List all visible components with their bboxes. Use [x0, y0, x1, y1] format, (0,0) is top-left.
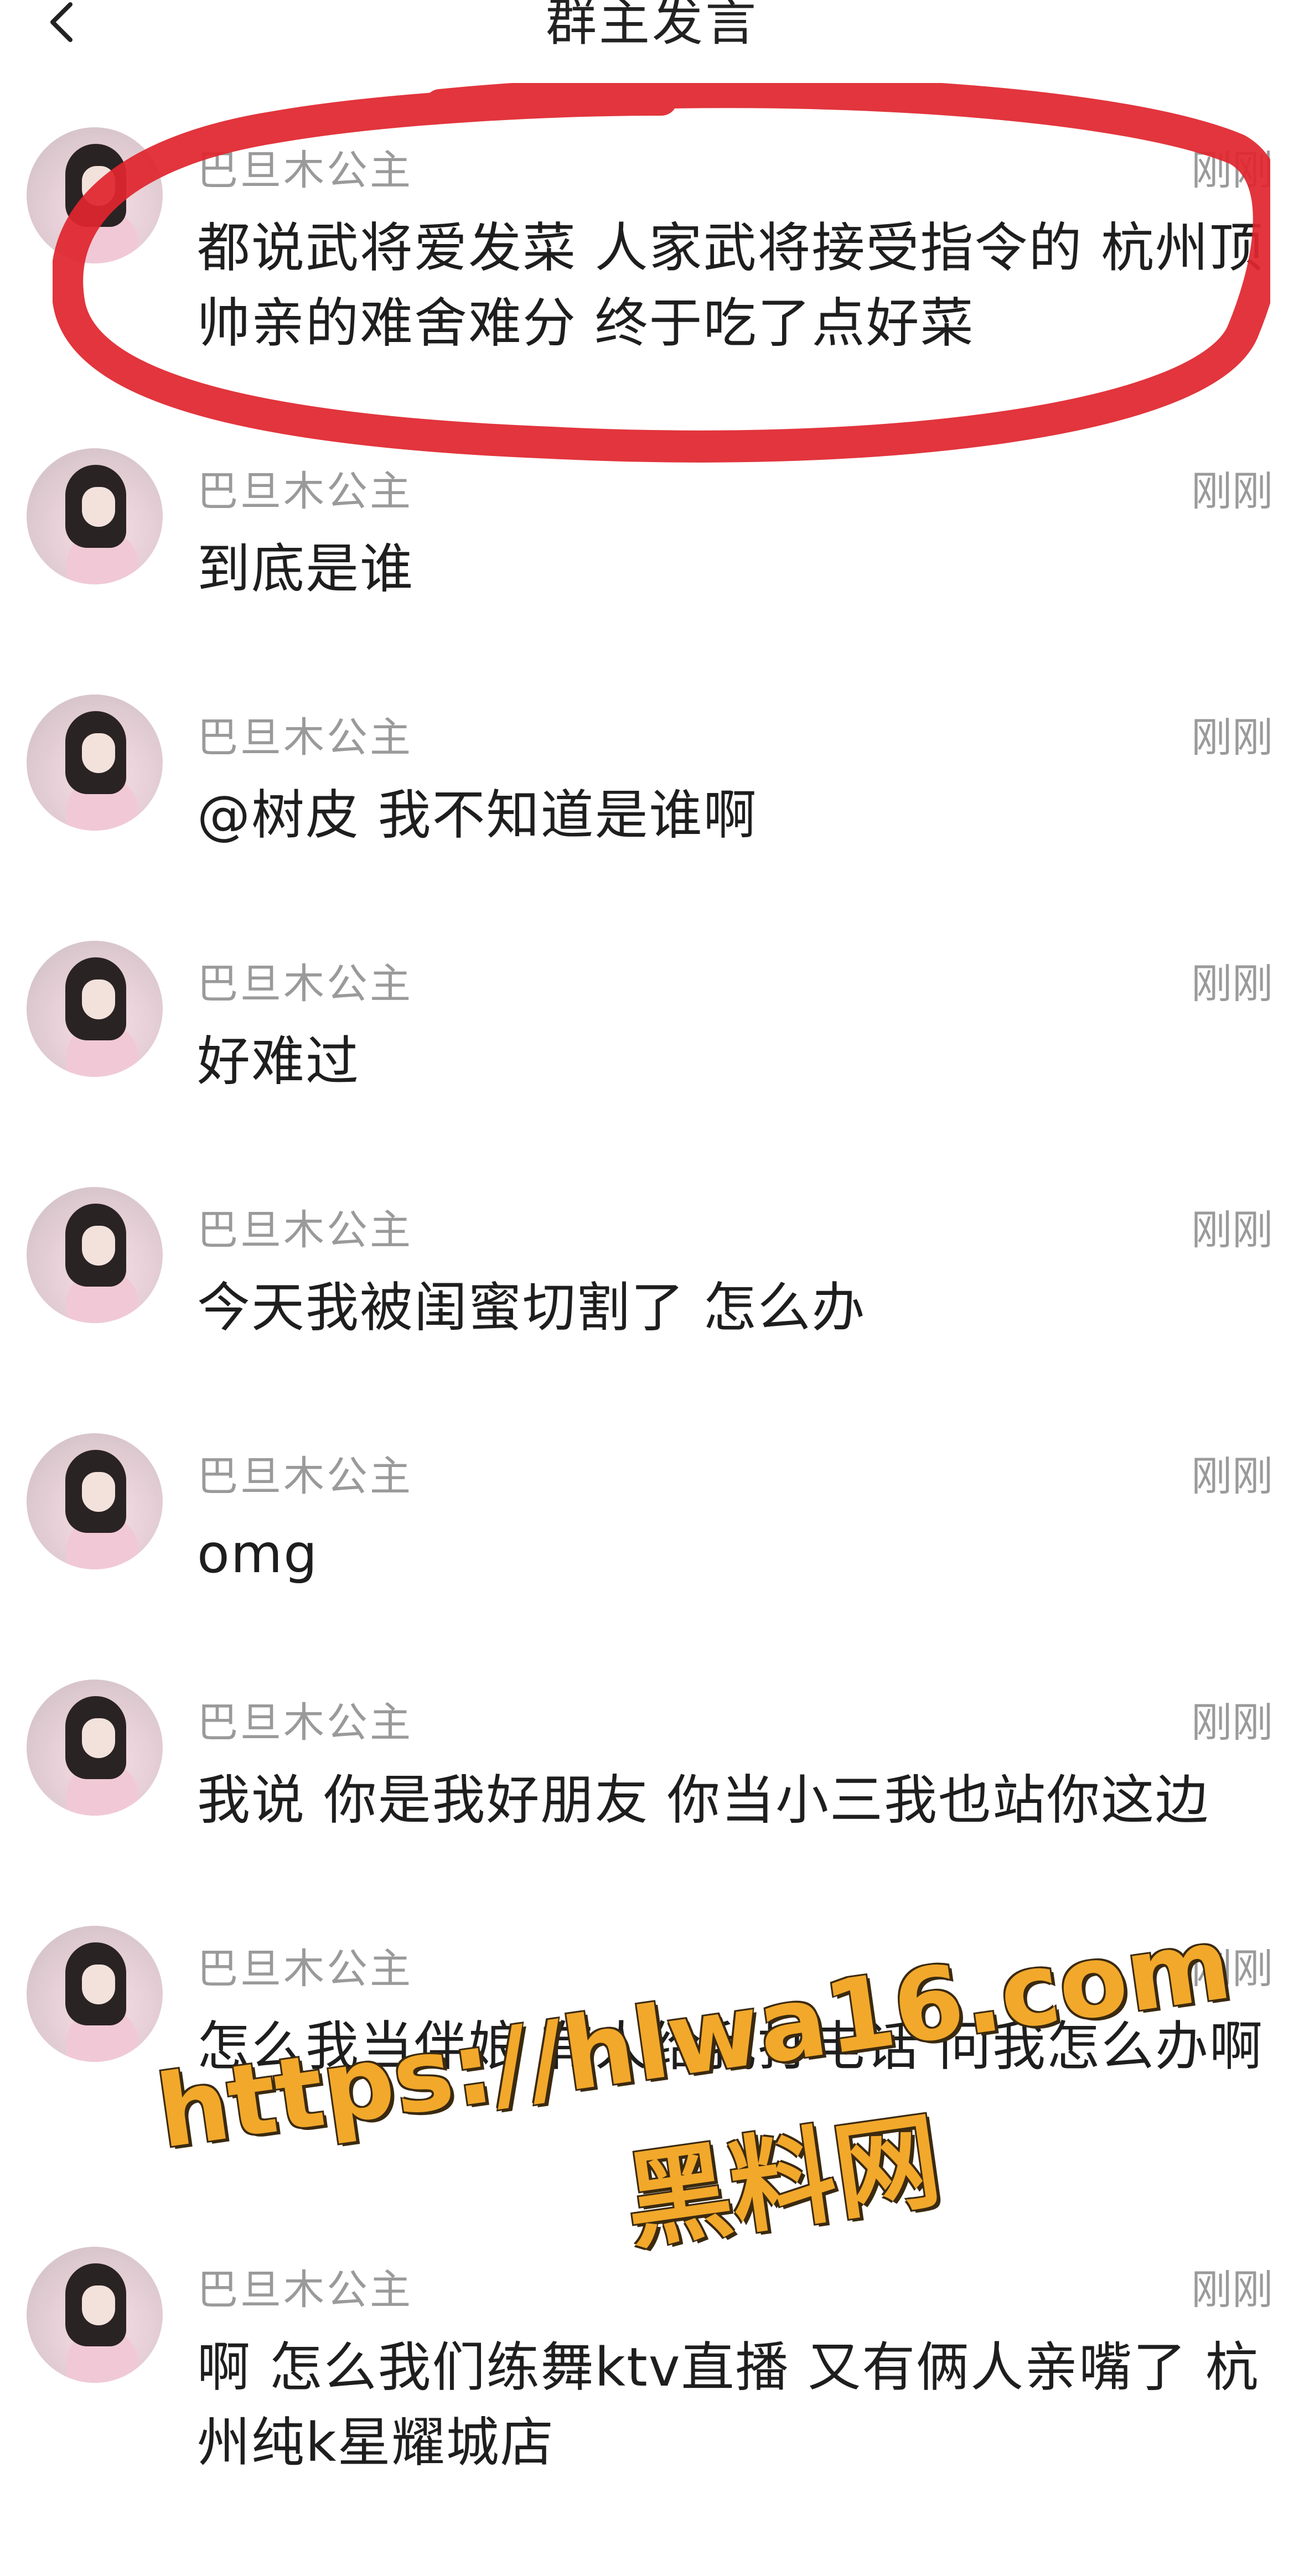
message-time: 刚刚: [1191, 1206, 1273, 1254]
status-bar-time: 12:57: [185, 62, 348, 121]
avatar[interactable]: [27, 1187, 163, 1323]
message-time: 刚刚: [1191, 468, 1273, 515]
message-text: 我说 你是我好朋友 你当小三我也站你这边: [197, 1769, 1210, 1831]
avatar[interactable]: [27, 941, 163, 1077]
message-time: 刚刚: [1191, 2266, 1273, 2314]
message-text: omg: [197, 1523, 319, 1585]
message-time: 刚刚: [1191, 960, 1273, 1008]
sender-name: 巴旦木公主: [197, 1206, 413, 1254]
message-text: 啊 怎么我们练舞ktv直播 又有俩人亲嘴了 杭州纯k星耀城店: [197, 2336, 1260, 2474]
avatar[interactable]: [27, 127, 163, 263]
page-title: 群主发言: [545, 0, 758, 52]
sender-name: 巴旦木公主: [197, 960, 413, 1008]
avatar[interactable]: [27, 1926, 163, 2062]
avatar[interactable]: [27, 448, 163, 584]
sender-name: 巴旦木公主: [197, 714, 413, 761]
watermark: https://hlwa16.com 黑料网: [151, 1906, 1238, 2340]
message-time: 刚刚: [1191, 1699, 1273, 1746]
avatar[interactable]: [27, 2247, 163, 2383]
avatar[interactable]: [27, 694, 163, 831]
message-text: 好难过: [197, 1030, 360, 1092]
top-bar: 群主发言: [0, 0, 1304, 61]
message-text: @树皮 我不知道是谁啊: [197, 784, 758, 846]
message-text: 都说武将爱发菜 人家武将接受指令的 杭州顶帅亲的难舍难分 终于吃了点好菜: [197, 217, 1264, 354]
sender-name: 巴旦木公主: [197, 1453, 413, 1500]
message-time: 刚刚: [1191, 1453, 1273, 1500]
message-text: 到底是谁: [197, 538, 414, 600]
sender-name: 巴旦木公主: [197, 147, 413, 194]
message-time: 刚刚: [1191, 714, 1273, 761]
avatar[interactable]: [27, 1680, 163, 1816]
sender-name: 巴旦木公主: [197, 1945, 413, 1993]
sender-name: 巴旦木公主: [197, 468, 413, 515]
avatar[interactable]: [27, 1433, 163, 1569]
message-time: 刚刚: [1191, 147, 1273, 194]
message-text: 今天我被闺蜜切割了 怎么办: [197, 1277, 866, 1339]
sender-name: 巴旦木公主: [197, 1699, 413, 1746]
